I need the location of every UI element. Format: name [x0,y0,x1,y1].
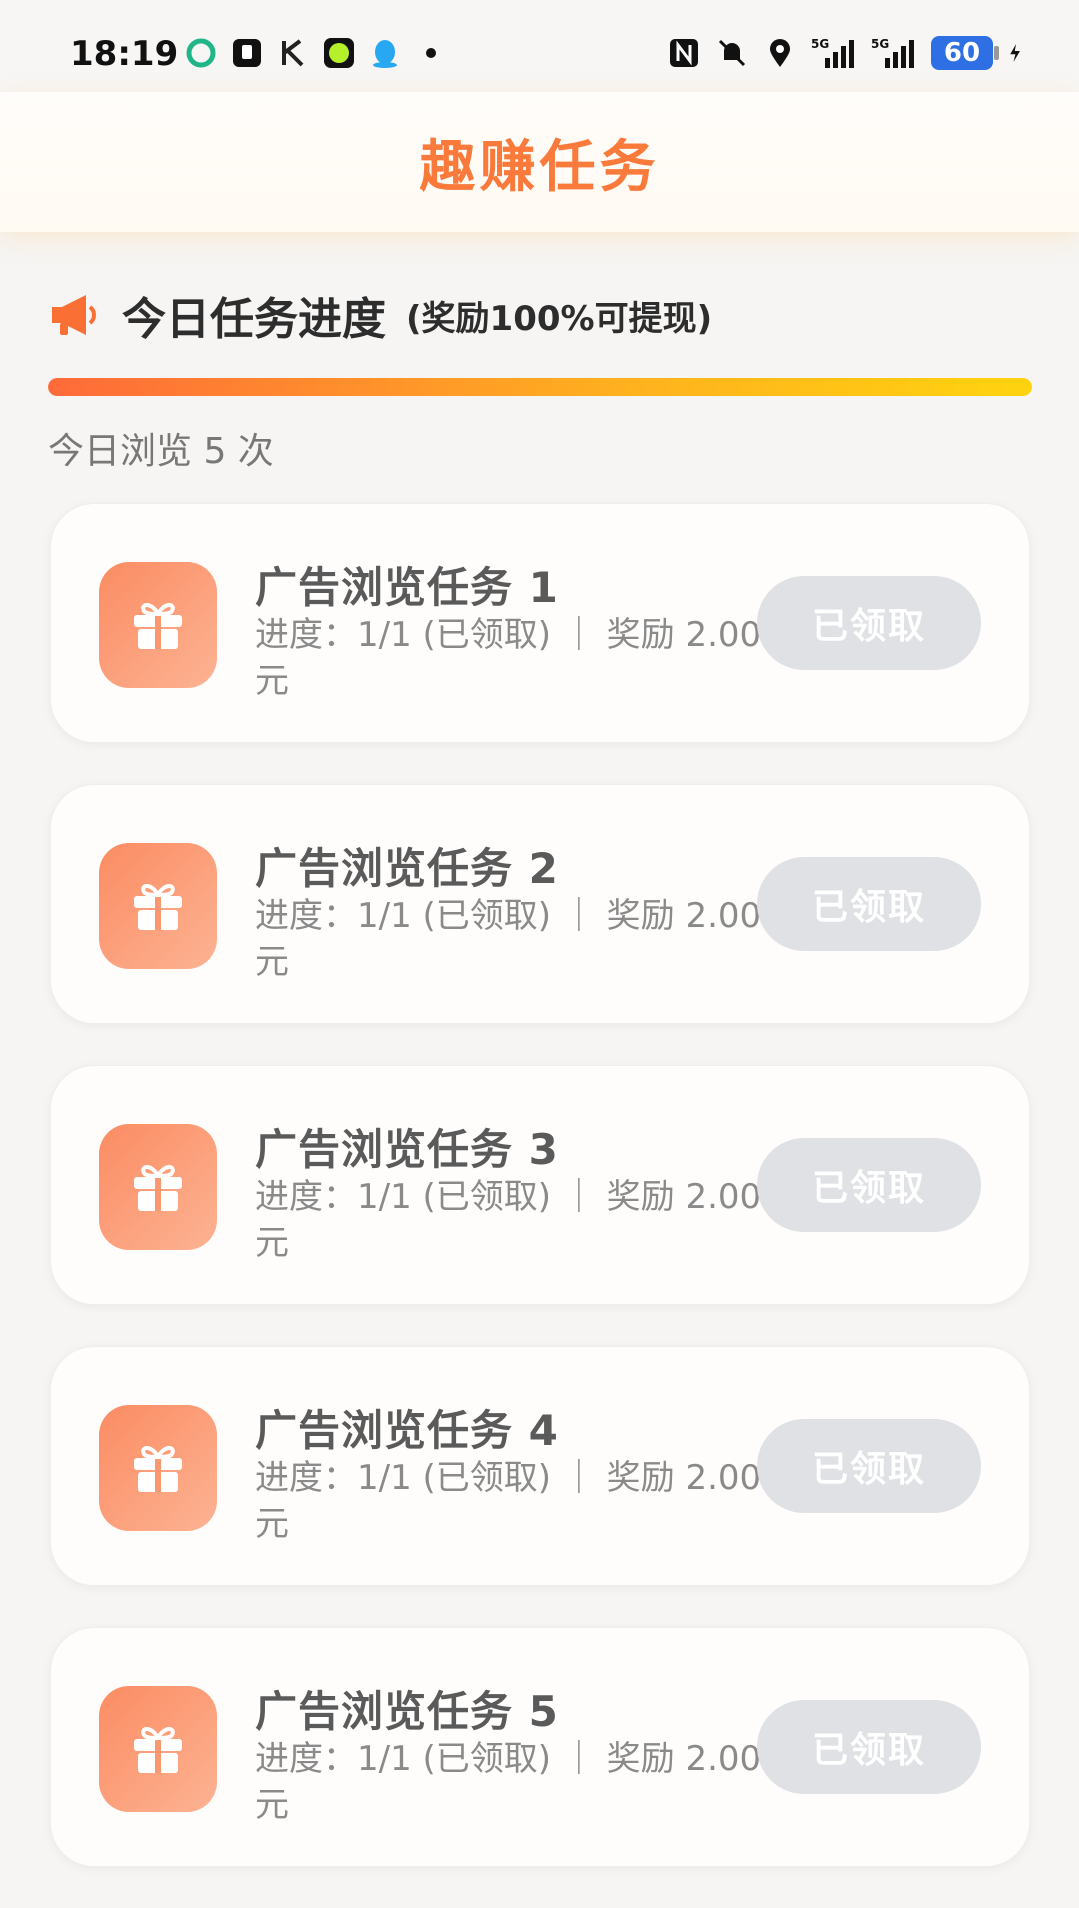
gift-icon [134,603,182,649]
battery-indicator: 60 [931,36,999,70]
claimed-button[interactable]: 已领取 [757,1138,981,1232]
task-name: 广告浏览任务 5 [255,1687,559,1736]
task-list: 广告浏览任务 1 进度：1/1 (已领取) ｜ 奖励 2.00 元 已领取 广告… [50,503,1030,1908]
signal-5g-icon-2: 5G [871,37,914,68]
page-title: 趣赚任务 [419,134,660,200]
views-count-text: 今日浏览 5 次 [48,431,274,472]
gift-icon [134,1727,182,1773]
qq-icon [373,40,397,68]
task-card: 广告浏览任务 4 进度：1/1 (已领取) ｜ 奖励 2.00 元 已领取 [50,1346,1030,1586]
claimed-button[interactable]: 已领取 [757,857,981,951]
status-left-icons [184,36,448,70]
task-name: 广告浏览任务 4 [255,1406,559,1455]
charging-icon [1010,43,1020,63]
status-time: 18:19 [70,34,179,74]
gift-icon [134,1165,182,1211]
svg-text:5G: 5G [811,37,829,51]
gift-icon-box [99,1405,217,1531]
app-icon-k [282,39,304,67]
progress-bar [48,378,1032,396]
dot-icon [426,48,436,58]
task-card: 广告浏览任务 2 进度：1/1 (已领取) ｜ 奖励 2.00 元 已领取 [50,784,1030,1024]
nfc-icon [670,39,698,67]
gift-icon [134,884,182,930]
app-icon-1 [186,38,216,68]
task-detail: 进度：1/1 (已领取) ｜ 奖励 2.00 元 [255,1458,762,1544]
megaphone-icon [52,295,96,335]
task-detail: 进度：1/1 (已领取) ｜ 奖励 2.00 元 [255,1177,762,1263]
gift-icon-box [99,562,217,688]
gift-icon-box [99,843,217,969]
progress-header: 今日任务进度 (奖励100%可提现) [48,280,1032,350]
progress-title: 今日任务进度 [122,294,386,345]
signal-5g-icon: 5G [811,37,854,68]
gift-icon-box [99,1124,217,1250]
progress-note: (奖励100%可提现) [406,298,713,339]
gift-icon-box [99,1686,217,1812]
header: 趣赚任务 [0,92,1079,232]
progress-bar-fill [48,378,1032,396]
location-icon [770,39,790,67]
gift-icon [134,1446,182,1492]
bell-muted-icon [718,39,746,67]
task-card: 广告浏览任务 1 进度：1/1 (已领取) ｜ 奖励 2.00 元 已领取 [50,503,1030,743]
task-card: 广告浏览任务 3 进度：1/1 (已领取) ｜ 奖励 2.00 元 已领取 [50,1065,1030,1305]
task-detail: 进度：1/1 (已领取) ｜ 奖励 2.00 元 [255,896,762,982]
task-name: 广告浏览任务 2 [255,844,559,893]
task-detail: 进度：1/1 (已领取) ｜ 奖励 2.00 元 [255,615,762,701]
task-name: 广告浏览任务 3 [255,1125,559,1174]
claimed-button[interactable]: 已领取 [757,1700,981,1794]
task-name: 广告浏览任务 1 [255,563,559,612]
app-icon-green [324,38,354,68]
progress-section: 今日任务进度 (奖励100%可提现) 今日浏览 5 次 [48,280,1032,474]
task-detail: 进度：1/1 (已领取) ｜ 奖励 2.00 元 [255,1739,762,1825]
status-right-icons: 5G 5G 60 [667,36,1029,70]
claimed-button[interactable]: 已领取 [757,576,981,670]
claimed-button[interactable]: 已领取 [757,1419,981,1513]
task-card: 广告浏览任务 5 进度：1/1 (已领取) ｜ 奖励 2.00 元 已领取 [50,1627,1030,1867]
app-icon-2 [233,39,261,67]
svg-text:5G: 5G [871,37,889,51]
